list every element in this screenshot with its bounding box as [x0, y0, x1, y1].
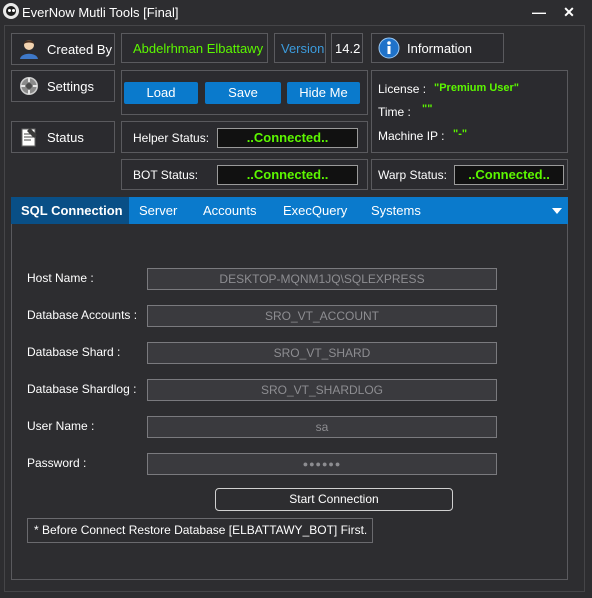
panda-icon [3, 3, 19, 19]
license-value: "Premium User" [434, 82, 520, 94]
license-label: License : [378, 82, 427, 96]
restore-note: * Before Connect Restore Database [ELBAT… [27, 518, 373, 543]
warp-status-value: ..Connected.. [454, 165, 564, 185]
load-button[interactable]: Load [124, 82, 198, 104]
bot-status-label: BOT Status: [133, 168, 199, 182]
settings-label: Settings [47, 78, 94, 94]
tab-systems[interactable]: Systems [371, 197, 421, 224]
time-value: "" [422, 103, 433, 115]
helper-status-label: Helper Status: [133, 131, 210, 145]
user-name-input[interactable]: sa [147, 416, 497, 438]
version-value: 14.2 [335, 41, 361, 56]
start-connection-button[interactable]: Start Connection [215, 488, 453, 511]
info-icon [377, 36, 401, 60]
bot-status-value: ..Connected.. [217, 165, 358, 185]
gear-icon [17, 74, 41, 98]
save-button[interactable]: Save [205, 82, 281, 104]
close-button[interactable]: ✕ [557, 2, 581, 22]
created-by-button[interactable]: Created By [11, 33, 115, 65]
user-name-label: User Name : [27, 419, 95, 433]
minimize-button[interactable]: — [527, 2, 551, 22]
helper-status-value: ..Connected.. [217, 128, 358, 148]
database-accounts-label: Database Accounts : [27, 308, 138, 322]
database-shardlog-label: Database Shardlog : [27, 382, 137, 396]
machine-ip-label: Machine IP : [378, 129, 445, 143]
title-bar: EverNow Mutli Tools [Final] — ✕ [0, 0, 592, 26]
version-label: Version [281, 41, 325, 56]
status-button[interactable]: Status [11, 121, 115, 153]
tab-execquery[interactable]: ExecQuery [283, 197, 347, 224]
clipboard-icon [17, 125, 41, 149]
password-input[interactable]: ●●●●●● [147, 453, 497, 475]
warp-status-label: Warp Status: [378, 168, 447, 182]
database-shard-label: Database Shard : [27, 345, 121, 359]
author-name: Abdelrhman Elbattawy [133, 41, 264, 56]
machine-ip-value: "-" [453, 128, 468, 140]
database-accounts-input[interactable]: SRO_VT_ACCOUNT [147, 305, 497, 327]
database-shardlog-input[interactable]: SRO_VT_SHARDLOG [147, 379, 497, 401]
user-icon [17, 37, 41, 61]
author-box: Abdelrhman Elbattawy [121, 33, 268, 63]
settings-button[interactable]: Settings [11, 70, 115, 102]
created-by-label: Created By [47, 41, 113, 57]
information-button[interactable]: Information [371, 33, 504, 63]
database-shard-input[interactable]: SRO_VT_SHARD [147, 342, 497, 364]
tab-bar: SQL Connection Server Accounts ExecQuery… [11, 197, 568, 224]
password-label: Password : [27, 456, 87, 470]
version-box: Version [274, 33, 326, 63]
host-name-label: Host Name : [27, 271, 94, 285]
tab-server[interactable]: Server [139, 197, 177, 224]
license-info-box: License : "Premium User" Time : "" Machi… [371, 70, 568, 153]
status-label: Status [47, 129, 84, 145]
time-label: Time : [378, 105, 411, 119]
host-name-input[interactable]: DESKTOP-MQNM1JQ\SQLEXPRESS [147, 268, 497, 290]
caret-down-icon[interactable] [552, 208, 562, 214]
tab-accounts[interactable]: Accounts [203, 197, 256, 224]
tab-sql-connection[interactable]: SQL Connection [11, 197, 129, 224]
hide-me-button[interactable]: Hide Me [287, 82, 360, 104]
version-value-box: 14.2 [331, 33, 363, 63]
window-title: EverNow Mutli Tools [Final] [22, 5, 179, 20]
information-label: Information [407, 40, 473, 56]
